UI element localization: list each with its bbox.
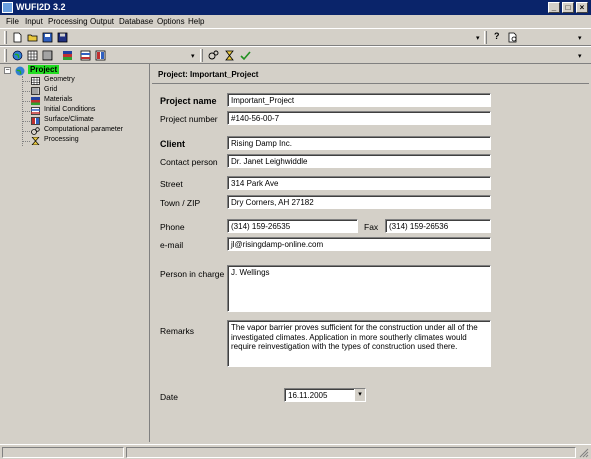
app-icon: [2, 2, 13, 13]
tree-item-label: Surface/Climate: [44, 116, 94, 123]
tree-item-initial-conditions[interactable]: Initial Conditions: [4, 106, 124, 116]
client-label: Client: [160, 139, 186, 149]
globe-icon: [15, 66, 25, 76]
new-file-icon[interactable]: [12, 32, 23, 43]
phone-field[interactable]: (314) 159-26535: [227, 219, 358, 233]
tree-item-computational-parameter[interactable]: Computational parameter: [4, 126, 134, 136]
menu-input[interactable]: Input: [25, 17, 43, 26]
grid-icon: [31, 87, 40, 95]
person-in-charge-label: Person in charge: [160, 269, 225, 279]
toolbar-dropdown-arrow[interactable]: ▾: [191, 52, 195, 60]
hourglass-icon[interactable]: [224, 50, 235, 61]
fax-field[interactable]: (314) 159-26536: [385, 219, 491, 233]
chevron-down-icon[interactable]: ▾: [354, 389, 365, 401]
tree-item-geometry[interactable]: Geometry: [4, 76, 124, 86]
remarks-label: Remarks: [160, 326, 195, 336]
status-panel: [126, 447, 576, 458]
surface-climate-icon[interactable]: [95, 50, 106, 61]
geometry-icon[interactable]: [27, 50, 38, 61]
toolbar-grip[interactable]: [4, 31, 7, 44]
project-header-title: Project: Important_Project: [158, 70, 259, 79]
status-panel: [2, 447, 124, 458]
toolbar-input: ▾ ▾: [0, 46, 591, 64]
materials-icon[interactable]: [62, 50, 73, 61]
run-check-icon[interactable]: [240, 50, 251, 61]
tree-item-label: Materials: [44, 96, 73, 103]
title-bar: WUFI2D 3.2 _ □ ×: [0, 0, 591, 15]
project-name-field[interactable]: Important_Project: [227, 93, 491, 107]
tree-item-surface-climate[interactable]: Surface/Climate: [4, 116, 124, 126]
menu-database[interactable]: Database: [119, 17, 153, 26]
toolbar-standard: ▾ ? ▾: [0, 28, 591, 46]
save-icon[interactable]: [57, 32, 68, 43]
status-bar: [0, 444, 591, 459]
contact-person-label: Contact person: [160, 157, 218, 167]
tree-item-label: Initial Conditions: [44, 106, 96, 113]
project-form-pane: Project: Important_Project Project name …: [152, 64, 589, 442]
initial-conditions-icon[interactable]: [80, 50, 91, 61]
tree-item-materials[interactable]: Materials: [4, 96, 124, 106]
toolbar-dropdown-arrow[interactable]: ▾: [476, 34, 480, 42]
menu-processing[interactable]: Processing: [48, 17, 88, 26]
toolbar-grip[interactable]: [4, 49, 7, 62]
project-tree: − Project Geometry Grid Materials Initia…: [4, 64, 150, 442]
geometry-icon: [31, 77, 40, 85]
computational-parameter-icon[interactable]: [208, 50, 219, 61]
initial-conditions-icon: [31, 107, 40, 115]
globe-icon[interactable]: [12, 50, 23, 61]
project-number-field[interactable]: #140-56-00-7: [227, 111, 491, 125]
project-header: Project: Important_Project: [152, 64, 589, 84]
phone-label: Phone: [160, 222, 185, 232]
close-button[interactable]: ×: [576, 2, 588, 13]
contact-person-field[interactable]: Dr. Janet Leighwiddle: [227, 154, 491, 168]
toolbar-dropdown-arrow[interactable]: ▾: [578, 52, 582, 60]
date-label: Date: [160, 392, 178, 402]
hourglass-icon: [31, 137, 40, 145]
tree-item-processing[interactable]: Processing: [4, 136, 124, 146]
date-value: 16.11.2005: [288, 391, 328, 400]
tree-item-grid[interactable]: Grid: [4, 86, 124, 96]
context-help-icon[interactable]: [507, 32, 518, 43]
grid-icon[interactable]: [42, 50, 53, 61]
toolbar-dropdown-arrow[interactable]: ▾: [578, 34, 582, 42]
fax-label: Fax: [364, 222, 379, 232]
menu-file[interactable]: File: [6, 17, 19, 26]
maximize-button[interactable]: □: [562, 2, 574, 13]
tree-item-label: Geometry: [44, 76, 75, 83]
window-title: WUFI2D 3.2: [16, 2, 66, 12]
materials-icon: [31, 97, 40, 105]
remarks-field[interactable]: The vapor barrier proves sufficient for …: [227, 320, 491, 367]
email-label: e-mail: [160, 240, 184, 250]
tree-root-label: Project: [28, 65, 60, 74]
toolbar-grip[interactable]: [484, 31, 487, 44]
collapse-icon[interactable]: −: [4, 67, 11, 74]
help-icon[interactable]: ?: [494, 31, 505, 42]
menu-help[interactable]: Help: [188, 17, 204, 26]
toolbar-grip[interactable]: [200, 49, 203, 62]
save-as-icon[interactable]: [42, 32, 53, 43]
project-number-label: Project number: [160, 114, 218, 124]
date-picker[interactable]: 16.11.2005 ▾: [284, 388, 366, 402]
town-zip-field[interactable]: Dry Corners, AH 27182: [227, 195, 491, 209]
street-field[interactable]: 314 Park Ave: [227, 176, 491, 190]
project-name-label: Project name: [160, 96, 217, 106]
menu-bar: File Input Processing Output Database Op…: [0, 15, 591, 28]
tree-item-label: Grid: [44, 86, 58, 93]
computational-parameter-icon: [31, 127, 40, 135]
tree-root-project[interactable]: − Project: [4, 65, 68, 76]
minimize-button[interactable]: _: [548, 2, 560, 13]
resize-grip-icon[interactable]: [578, 447, 589, 458]
tree-item-label: Computational parameter: [44, 126, 123, 133]
client-field[interactable]: Rising Damp Inc.: [227, 136, 491, 150]
street-label: Street: [160, 179, 183, 189]
tree-item-label: Processing: [44, 136, 79, 143]
surface-climate-icon: [31, 117, 40, 125]
menu-options[interactable]: Options: [157, 17, 185, 26]
menu-output[interactable]: Output: [90, 17, 114, 26]
person-in-charge-field[interactable]: J. Wellings: [227, 265, 491, 312]
town-zip-label: Town / ZIP: [160, 198, 201, 208]
email-field[interactable]: jl@risingdamp-online.com: [227, 237, 491, 251]
open-folder-icon[interactable]: [27, 32, 38, 43]
